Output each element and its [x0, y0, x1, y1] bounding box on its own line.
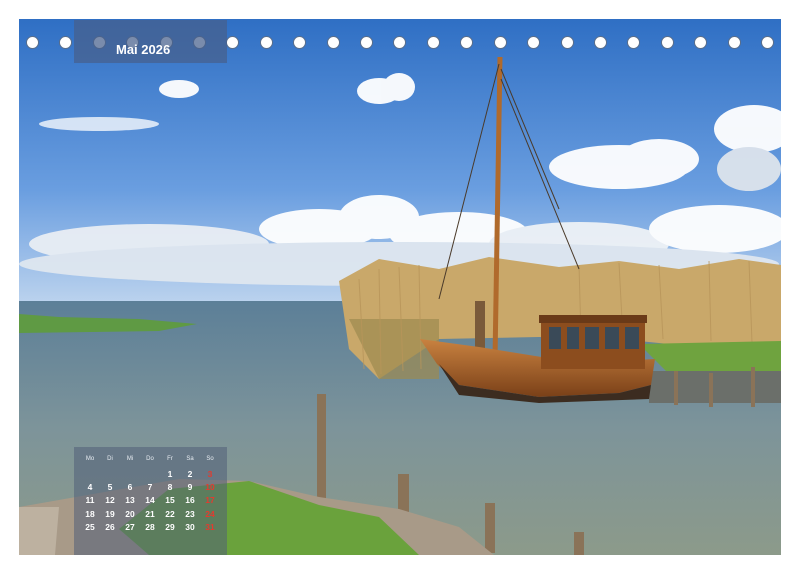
binding-hole — [727, 35, 741, 49]
binding-hole — [527, 35, 541, 49]
binding-hole — [593, 35, 607, 49]
calendar-day: 25 — [85, 521, 95, 532]
weekday-header: Fr — [167, 456, 173, 462]
binding-hole — [493, 35, 507, 49]
calendar-day: 29 — [165, 521, 175, 532]
binding-hole — [660, 35, 674, 49]
binding-hole — [26, 35, 39, 49]
calendar-day: 1 — [167, 469, 173, 479]
calendar-day: 10 — [205, 482, 215, 493]
calendar-day: 5 — [107, 482, 113, 493]
binding-hole — [226, 35, 240, 49]
calendar-day: 8 — [167, 482, 173, 493]
calendar-day: 23 — [185, 508, 195, 519]
calendar-day: 30 — [185, 521, 195, 532]
calendar-page: Mai 2026 Mo Di Mi Do Fr Sa So 1 2 3 4 5 6 7 8 9 10 11 12 1… — [0, 0, 800, 575]
calendar-day: 6 — [127, 482, 133, 493]
calendar-day: 31 — [205, 521, 215, 532]
calendar-day: 9 — [187, 482, 193, 493]
calendar-day: 22 — [165, 508, 175, 519]
weekday-header-row: Mo Di Mi Do Fr Sa So — [74, 456, 227, 462]
calendar-day: 27 — [125, 521, 135, 532]
weekday-header: Do — [146, 456, 154, 462]
calendar-day: 13 — [125, 495, 135, 506]
calendar-day: 11 — [85, 495, 95, 506]
binding-hole — [627, 35, 641, 49]
calendar-day: 28 — [145, 521, 155, 532]
calendar-day: 7 — [147, 482, 153, 493]
binding-hole — [360, 35, 374, 49]
binding-hole — [293, 35, 307, 49]
binding-hole — [460, 35, 474, 49]
calendar-day-grid: 1 2 3 4 5 6 7 8 9 10 11 12 13 14 15 16 17 18 19 20 21 22 23 24 2… — [74, 468, 227, 534]
calendar-day: 24 — [205, 508, 215, 519]
calendar-day: 12 — [105, 495, 115, 506]
binding-hole — [59, 35, 73, 49]
weekday-header: Di — [107, 456, 113, 462]
binding-hole — [426, 35, 440, 49]
quay-wall — [649, 371, 781, 403]
weekday-header: Sa — [186, 456, 194, 462]
binding-hole — [259, 35, 273, 49]
calendar-day: 21 — [145, 508, 155, 519]
month-label: Mai 2026 — [116, 42, 171, 57]
calendar-day: 16 — [185, 495, 195, 506]
calendar-day: 17 — [205, 495, 215, 506]
calendar-day: 4 — [87, 482, 93, 493]
calendar-day: 18 — [85, 508, 95, 519]
weekday-header: So — [206, 456, 214, 462]
binding-hole — [326, 35, 340, 49]
binding-hole — [393, 35, 407, 49]
binding-hole — [760, 35, 774, 49]
weekday-header: Mo — [85, 456, 95, 462]
calendar-day: 14 — [145, 495, 155, 506]
calendar-day: 19 — [105, 508, 115, 519]
calendar-day: 15 — [165, 495, 175, 506]
calendar-day: 2 — [187, 469, 193, 479]
weekday-header: Mi — [126, 456, 134, 462]
calendar-day: 20 — [125, 508, 135, 519]
binding-hole — [560, 35, 574, 49]
calendar-day: 26 — [105, 521, 115, 532]
binding-hole — [694, 35, 708, 49]
calendar-day: 3 — [207, 469, 213, 479]
